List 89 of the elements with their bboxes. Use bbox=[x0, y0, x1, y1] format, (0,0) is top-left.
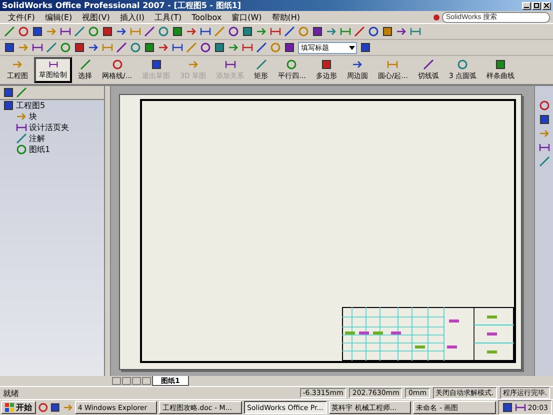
square-icon[interactable] bbox=[502, 402, 513, 413]
status-message: 就绪 bbox=[3, 388, 19, 398]
arrow-icon[interactable] bbox=[88, 42, 99, 53]
arrow-icon[interactable] bbox=[186, 26, 197, 37]
line-icon bbox=[422, 59, 434, 70]
square-icon[interactable] bbox=[214, 42, 225, 53]
menu-item[interactable]: 编辑(E) bbox=[40, 12, 78, 22]
menu-item[interactable]: 文件(F) bbox=[3, 12, 40, 22]
square-icon[interactable] bbox=[32, 26, 43, 37]
circle-icon bbox=[457, 59, 468, 70]
tree-item[interactable]: 块 bbox=[29, 111, 37, 122]
square-icon[interactable] bbox=[3, 87, 14, 98]
square-icon bbox=[3, 100, 14, 111]
square-icon[interactable] bbox=[74, 42, 85, 53]
menu-item[interactable]: Toolbox bbox=[186, 12, 227, 22]
line-icon[interactable] bbox=[74, 26, 85, 37]
circle-icon[interactable] bbox=[538, 100, 550, 111]
arrow-icon[interactable] bbox=[116, 26, 127, 37]
circle-icon[interactable] bbox=[228, 26, 239, 37]
square-icon[interactable] bbox=[4, 42, 15, 53]
square-icon[interactable] bbox=[50, 402, 61, 413]
dimension-icon bbox=[224, 59, 236, 70]
line-icon[interactable] bbox=[4, 26, 15, 37]
dimension-icon bbox=[48, 60, 58, 69]
menu-item[interactable]: 窗口(W) bbox=[226, 12, 267, 22]
square-icon[interactable] bbox=[102, 26, 113, 37]
line-icon[interactable] bbox=[256, 42, 267, 53]
dimension-icon[interactable] bbox=[514, 402, 526, 413]
tree-item[interactable]: 设计活页夹 bbox=[29, 122, 69, 133]
dimension-icon bbox=[16, 122, 27, 133]
circle-icon[interactable] bbox=[200, 42, 211, 53]
line-icon[interactable] bbox=[284, 26, 295, 37]
square-icon[interactable] bbox=[360, 42, 371, 53]
menu-item[interactable]: 插入(I) bbox=[114, 12, 150, 22]
circle-icon bbox=[286, 59, 298, 70]
dimension-icon[interactable] bbox=[172, 42, 183, 53]
square-icon bbox=[150, 59, 162, 70]
restore-icon bbox=[534, 3, 539, 8]
dimension-icon[interactable] bbox=[340, 26, 351, 37]
dimension-icon[interactable] bbox=[200, 26, 211, 37]
menu-item[interactable]: 帮助(H) bbox=[266, 12, 306, 22]
arrow-icon bbox=[16, 111, 27, 122]
line-icon bbox=[16, 133, 27, 144]
line-icon[interactable] bbox=[538, 156, 550, 167]
dimension-icon[interactable] bbox=[242, 42, 253, 53]
circle-icon[interactable] bbox=[368, 26, 379, 37]
window-title: SolidWorks Office Professional 2007 - [工程图5 - 图纸1] bbox=[2, 0, 242, 11]
square-icon bbox=[495, 59, 506, 70]
line-icon[interactable] bbox=[144, 26, 155, 37]
square-icon[interactable] bbox=[144, 42, 155, 53]
tree-item[interactable]: 工程图5 bbox=[16, 100, 46, 111]
line-icon[interactable] bbox=[116, 42, 127, 53]
line-icon bbox=[80, 59, 90, 70]
dimension-icon[interactable] bbox=[60, 26, 71, 37]
arrow-icon bbox=[352, 59, 363, 70]
square-icon[interactable] bbox=[538, 114, 550, 125]
close-button[interactable] bbox=[542, 2, 551, 10]
circle-icon bbox=[16, 144, 27, 155]
dimension-icon[interactable] bbox=[270, 26, 281, 37]
dimension-icon bbox=[387, 59, 398, 70]
menu-item[interactable]: 工具(T) bbox=[149, 12, 187, 22]
square-icon[interactable] bbox=[284, 42, 295, 53]
arrow-icon[interactable] bbox=[396, 26, 407, 37]
square-icon bbox=[320, 59, 332, 70]
circle-icon bbox=[112, 59, 123, 70]
arrow-icon bbox=[12, 59, 23, 70]
dimension-icon[interactable] bbox=[32, 42, 43, 53]
circle-icon[interactable] bbox=[38, 402, 48, 413]
menu-item[interactable]: 视图(V) bbox=[77, 12, 115, 22]
line-icon[interactable] bbox=[354, 26, 365, 37]
arrow-icon bbox=[188, 59, 199, 70]
dimension-icon[interactable] bbox=[538, 142, 550, 153]
square-icon[interactable] bbox=[382, 26, 393, 37]
line-icon bbox=[256, 59, 267, 70]
square-icon[interactable] bbox=[242, 26, 253, 37]
tree-item[interactable]: 注解 bbox=[29, 133, 45, 144]
circle-icon[interactable] bbox=[18, 26, 29, 37]
start-button[interactable]: 开始 bbox=[1, 401, 36, 414]
minimize-button[interactable] bbox=[522, 2, 531, 10]
restore-button[interactable] bbox=[532, 2, 541, 10]
windows-logo-icon bbox=[5, 403, 14, 412]
tree-item[interactable]: 图纸1 bbox=[29, 144, 50, 155]
square-icon[interactable] bbox=[172, 26, 183, 37]
dimension-icon[interactable] bbox=[410, 26, 421, 37]
arrow-icon[interactable] bbox=[158, 42, 169, 53]
square-icon[interactable] bbox=[312, 26, 323, 37]
dropdown-arrow-icon bbox=[348, 44, 356, 52]
line-icon[interactable] bbox=[46, 42, 57, 53]
close-icon bbox=[544, 3, 549, 8]
